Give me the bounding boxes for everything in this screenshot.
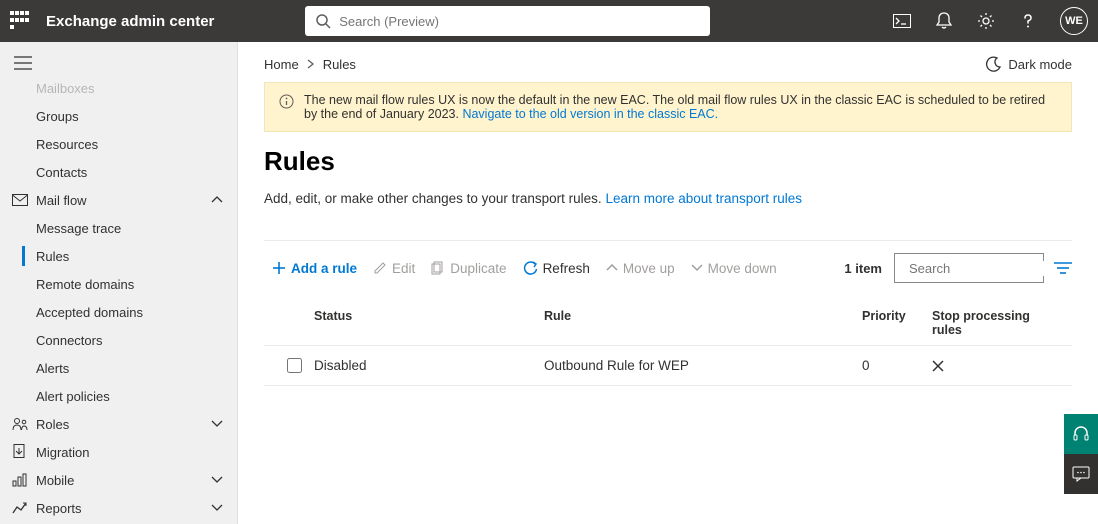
row-stop: [932, 360, 1062, 372]
breadcrumb-current: Rules: [323, 57, 356, 72]
sidebar-item-roles[interactable]: Roles: [0, 410, 237, 438]
feedback-tab[interactable]: [1064, 454, 1098, 494]
chevron-right-icon: [307, 59, 315, 69]
movedown-button[interactable]: Move down: [683, 257, 785, 280]
sidebar-item-migration[interactable]: Migration: [0, 438, 237, 466]
chevron-up-icon: [606, 264, 618, 272]
sidebar-item-rules[interactable]: Rules: [0, 242, 237, 270]
sidebar-item-alerts[interactable]: Alerts: [0, 354, 237, 382]
col-status[interactable]: Status: [314, 309, 544, 337]
chevron-down-icon: [211, 476, 223, 484]
chevron-down-icon: [211, 504, 223, 512]
chevron-up-icon: [211, 196, 223, 204]
filter-icon: [1054, 261, 1072, 275]
add-rule-button[interactable]: Add a rule: [264, 257, 365, 280]
banner-link[interactable]: Navigate to the old version in the class…: [462, 107, 718, 121]
x-icon: [932, 360, 944, 372]
duplicate-button[interactable]: Duplicate: [423, 257, 514, 280]
copy-icon: [431, 261, 445, 275]
sidebar-item-groups[interactable]: Groups: [0, 102, 237, 130]
top-bar: Exchange admin center WE: [0, 0, 1098, 42]
sidebar-item-reports[interactable]: Reports: [0, 494, 237, 522]
help-icon[interactable]: [1018, 11, 1038, 31]
headset-icon: [1072, 425, 1090, 443]
headset-tab[interactable]: [1064, 414, 1098, 454]
global-search-input[interactable]: [339, 14, 700, 29]
sidebar-item-accepteddomains[interactable]: Accepted domains: [0, 298, 237, 326]
global-search[interactable]: [305, 6, 710, 36]
row-priority: 0: [862, 358, 932, 373]
row-rule: Outbound Rule for WEP: [544, 358, 862, 373]
page-title: Rules: [264, 146, 1072, 177]
breadcrumb: Home Rules: [264, 57, 356, 72]
plus-icon: [272, 261, 286, 275]
sidebar: Mailboxes Groups Resources Contacts Mail…: [0, 42, 238, 524]
edit-icon: [373, 261, 387, 275]
rules-table: Status Rule Priority Stop processing rul…: [264, 301, 1072, 386]
notifications-icon[interactable]: [934, 11, 954, 31]
table-header: Status Rule Priority Stop processing rul…: [264, 301, 1072, 346]
toolbar: Add a rule Edit Duplicate Refresh Move u…: [264, 240, 1072, 283]
app-title: Exchange admin center: [46, 13, 214, 30]
info-icon: [279, 94, 294, 121]
sidebar-item-connectors[interactable]: Connectors: [0, 326, 237, 354]
sidebar-item-alertpolicies[interactable]: Alert policies: [0, 382, 237, 410]
page-subtitle: Add, edit, or make other changes to your…: [264, 191, 1072, 206]
col-priority[interactable]: Priority: [862, 309, 932, 337]
moveup-button[interactable]: Move up: [598, 257, 683, 280]
mobile-icon: [12, 473, 30, 487]
roles-icon: [12, 417, 30, 431]
edit-button[interactable]: Edit: [365, 257, 423, 280]
refresh-icon: [523, 261, 538, 276]
table-search[interactable]: [894, 253, 1044, 283]
main-content: Home Rules Dark mode The new mail flow r…: [238, 42, 1098, 524]
refresh-button[interactable]: Refresh: [515, 257, 598, 280]
settings-icon[interactable]: [976, 11, 996, 31]
app-launcher-icon[interactable]: [10, 11, 30, 31]
sidebar-item-remotedomains[interactable]: Remote domains: [0, 270, 237, 298]
row-checkbox[interactable]: [287, 358, 302, 373]
user-avatar[interactable]: WE: [1060, 7, 1088, 35]
sidebar-item-mailflow[interactable]: Mail flow: [0, 186, 237, 214]
info-banner: The new mail flow rules UX is now the de…: [264, 82, 1072, 132]
row-status: Disabled: [314, 358, 544, 373]
learn-more-link[interactable]: Learn more about transport rules: [605, 191, 802, 206]
feedback-icon: [1072, 466, 1090, 482]
table-row[interactable]: Disabled Outbound Rule for WEP 0: [264, 346, 1072, 386]
sidebar-item-contacts[interactable]: Contacts: [0, 158, 237, 186]
dark-mode-toggle[interactable]: Dark mode: [986, 56, 1072, 72]
support-tabs: [1064, 414, 1098, 494]
filter-button[interactable]: [1054, 261, 1072, 275]
item-count: 1 item: [844, 261, 882, 276]
sidebar-item-resources[interactable]: Resources: [0, 130, 237, 158]
migration-icon: [12, 444, 30, 460]
col-rule[interactable]: Rule: [544, 309, 862, 337]
col-stop[interactable]: Stop processing rules: [932, 309, 1062, 337]
chevron-down-icon: [211, 420, 223, 428]
sidebar-item-mailboxes[interactable]: Mailboxes: [0, 74, 237, 102]
sidebar-item-messagetrace[interactable]: Message trace: [0, 214, 237, 242]
reports-icon: [12, 501, 30, 515]
mail-icon: [12, 194, 30, 206]
search-icon: [315, 13, 331, 29]
chevron-down-icon: [691, 264, 703, 272]
prompt-icon[interactable]: [892, 11, 912, 31]
moon-icon: [986, 56, 1002, 72]
breadcrumb-home[interactable]: Home: [264, 57, 299, 72]
sidebar-item-mobile[interactable]: Mobile: [0, 466, 237, 494]
